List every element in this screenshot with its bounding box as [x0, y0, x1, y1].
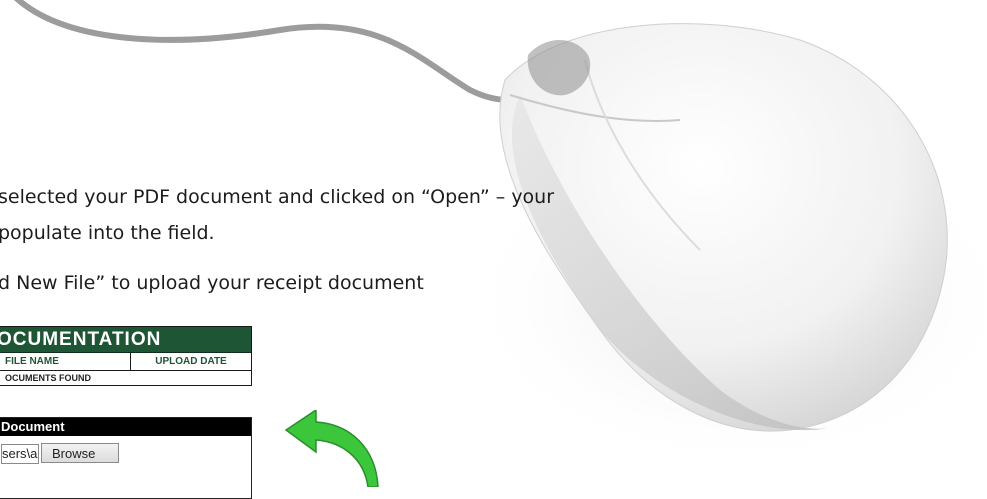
file-name-column-header: FILE NAME [0, 353, 131, 370]
instruction-line-1: selected your PDF document and clicked o… [0, 186, 555, 208]
documentation-table: OCUMENTATION FILE NAME UPLOAD DATE OCUME… [0, 326, 252, 386]
table-header-row: FILE NAME UPLOAD DATE [0, 353, 251, 371]
green-curved-arrow-icon [284, 410, 379, 487]
documentation-title: OCUMENTATION [0, 327, 251, 353]
instruction-line-3: d New File” to upload your receipt docum… [0, 272, 424, 294]
browse-button[interactable]: Browse [41, 443, 119, 463]
no-documents-message: OCUMENTS FOUND [5, 373, 91, 383]
file-path-input[interactable]: sers\ab [1, 444, 39, 464]
upload-date-column-header: UPLOAD DATE [155, 356, 227, 367]
instruction-line-2: populate into the field. [0, 222, 215, 244]
add-document-header: Document [0, 418, 251, 436]
